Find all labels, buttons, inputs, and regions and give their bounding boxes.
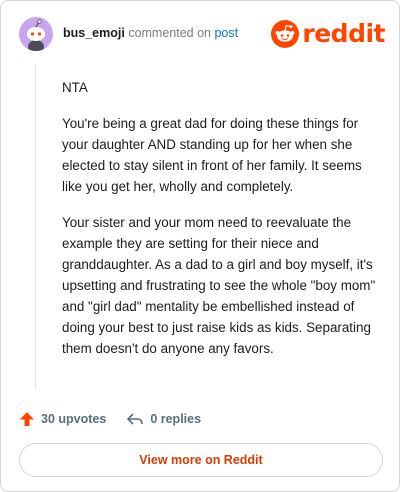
user-avatar[interactable] (19, 17, 53, 51)
commented-on-label: commented on (128, 26, 211, 40)
reddit-alien-icon (271, 20, 300, 48)
view-more-label: View more on Reddit (139, 453, 263, 467)
thread-line (35, 65, 36, 390)
comment-body: NTA You're being a great dad for doing t… (62, 77, 382, 374)
snoo-avatar-icon (27, 19, 45, 51)
comment-header: bus_emoji commented on post reddit (19, 17, 385, 51)
comment-meta: bus_emoji commented on post (63, 26, 238, 40)
comment-paragraph: NTA (62, 80, 88, 95)
reddit-wordmark: reddit (302, 19, 385, 48)
comment-embed-card: bus_emoji commented on post reddit NTA Y… (0, 0, 400, 492)
replies-button[interactable]: 0 replies (126, 411, 201, 427)
post-link[interactable]: post (214, 26, 238, 40)
upvote-count: 30 upvotes (41, 412, 107, 426)
reply-arrow-icon (127, 413, 144, 425)
upvote-button[interactable]: 30 upvotes (19, 411, 106, 427)
comment-actions: 30 upvotes 0 replies (19, 409, 201, 429)
comment-paragraph: Your sister and your mom need to reevalu… (62, 215, 376, 356)
username[interactable]: bus_emoji (63, 26, 125, 40)
view-more-button[interactable]: View more on Reddit (19, 443, 383, 477)
reddit-logo[interactable]: reddit (271, 17, 385, 51)
comment-paragraph: You're being a great dad for doing these… (62, 116, 362, 194)
reply-count: 0 replies (150, 412, 202, 426)
upvote-arrow-icon (20, 412, 34, 426)
